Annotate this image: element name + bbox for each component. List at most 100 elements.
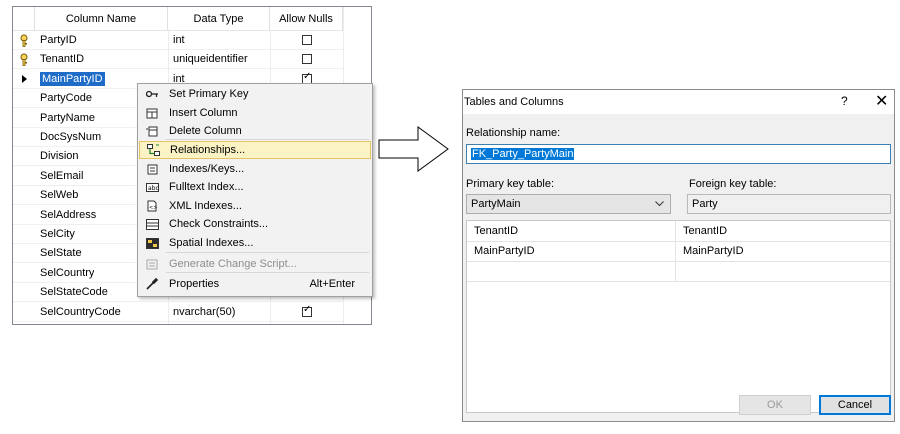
allow-nulls-header[interactable]: Allow Nulls bbox=[270, 7, 343, 31]
table-row[interactable]: PartyID int bbox=[13, 31, 343, 50]
mapping-row[interactable]: TenantID TenantID bbox=[467, 221, 890, 242]
column-name-text: SelStateCode bbox=[40, 286, 108, 299]
primary-key-table-label: Primary key table: bbox=[466, 178, 555, 190]
menu-item-properties[interactable]: Properties Alt+Enter bbox=[139, 275, 371, 293]
column-name-cell[interactable]: SelCountryCode bbox=[40, 303, 121, 322]
foreign-column-cell[interactable]: MainPartyID bbox=[683, 245, 744, 257]
column-name-cell[interactable]: SelAddress bbox=[40, 206, 96, 225]
key-icon bbox=[139, 85, 165, 103]
wrench-icon bbox=[139, 275, 165, 293]
indexes-icon bbox=[139, 160, 165, 178]
column-name-cell[interactable]: SelStateCode bbox=[40, 283, 108, 302]
row-selector[interactable] bbox=[13, 31, 35, 50]
allow-nulls-checkbox[interactable] bbox=[302, 304, 312, 317]
row-selector[interactable] bbox=[13, 167, 35, 186]
column-name-text: SelCountry bbox=[40, 266, 95, 279]
allow-nulls-checkbox[interactable] bbox=[302, 54, 312, 65]
menu-item-xml-indexes[interactable]: <> XML Indexes... bbox=[139, 197, 371, 215]
delete-column-icon bbox=[139, 122, 165, 140]
primary-key-table-select[interactable]: PartyMain bbox=[466, 194, 671, 214]
row-selector[interactable] bbox=[13, 186, 35, 205]
allow-nulls-checkbox[interactable] bbox=[302, 35, 312, 45]
menu-item-label: Spatial Indexes... bbox=[169, 237, 254, 249]
menu-item-label: Generate Change Script... bbox=[169, 258, 297, 270]
relationship-name-value: FK_Party_PartyMain bbox=[471, 148, 575, 160]
table-row[interactable]: TenantID uniqueidentifier bbox=[13, 50, 343, 70]
column-name-cell[interactable]: TenantID bbox=[40, 50, 84, 69]
column-name-header[interactable]: Column Name bbox=[35, 7, 168, 31]
column-name-cell[interactable]: SelState bbox=[40, 244, 82, 263]
menu-item-label: Insert Column bbox=[169, 107, 238, 119]
column-name-cell[interactable]: SelWeb bbox=[40, 186, 78, 205]
menu-item-fulltext-index[interactable]: abc Fulltext Index... bbox=[139, 178, 371, 196]
data-type-cell[interactable]: int bbox=[173, 31, 185, 50]
data-type-cell[interactable]: uniqueidentifier bbox=[173, 50, 248, 69]
table-row[interactable]: SelCountryCode nvarchar(50) bbox=[13, 303, 343, 322]
dialog-titlebar: Tables and Columns ? ✕ bbox=[463, 90, 894, 114]
menu-item-check-constraints[interactable]: Check Constraints... bbox=[139, 215, 371, 233]
right-arrow-icon bbox=[378, 126, 449, 172]
row-selector[interactable] bbox=[13, 206, 35, 225]
column-name-cell[interactable]: PartyName bbox=[40, 109, 95, 128]
row-selector[interactable] bbox=[13, 89, 35, 108]
column-name-cell[interactable]: PartyCode bbox=[40, 89, 92, 108]
menu-item-delete-column[interactable]: Delete Column bbox=[139, 122, 371, 140]
column-name-cell[interactable]: Division bbox=[40, 147, 79, 166]
menu-item-label: Properties bbox=[169, 278, 220, 290]
relationship-name-label: Relationship name: bbox=[466, 127, 561, 139]
column-name-cell[interactable]: SelEmail bbox=[40, 167, 83, 186]
column-name-text: SelAddress bbox=[40, 208, 97, 221]
help-button[interactable]: ? bbox=[841, 94, 848, 108]
row-selector[interactable] bbox=[13, 225, 35, 244]
column-name-cell[interactable]: SelCity bbox=[40, 225, 75, 244]
divider bbox=[675, 221, 676, 281]
menu-item-indexes-keys[interactable]: Indexes/Keys... bbox=[139, 160, 371, 178]
menu-item-set-primary-key[interactable]: Set Primary Key bbox=[139, 85, 371, 103]
row-selector[interactable] bbox=[13, 244, 35, 263]
check-constraints-icon bbox=[139, 215, 165, 233]
relationship-name-input[interactable]: FK_Party_PartyMain bbox=[466, 144, 891, 164]
column-name-text: SelEmail bbox=[40, 169, 84, 182]
row-selector[interactable] bbox=[13, 50, 35, 69]
column-name-text: MainPartyID bbox=[40, 71, 105, 86]
close-button[interactable]: ✕ bbox=[875, 91, 888, 110]
data-type-header[interactable]: Data Type bbox=[168, 7, 270, 31]
dialog-title: Tables and Columns bbox=[464, 96, 564, 108]
row-selector[interactable] bbox=[13, 264, 35, 283]
primary-key-table-value: PartyMain bbox=[471, 198, 521, 210]
ok-button[interactable]: OK bbox=[739, 395, 811, 415]
row-selector[interactable] bbox=[13, 109, 35, 128]
menu-item-insert-column[interactable]: Insert Column bbox=[139, 104, 371, 122]
column-name-text: TenantID bbox=[40, 53, 85, 66]
menu-item-spatial-indexes[interactable]: Spatial Indexes... bbox=[139, 234, 371, 252]
menu-item-generate-change-script: Generate Change Script... bbox=[139, 255, 371, 273]
column-name-cell[interactable]: DocSysNum bbox=[40, 128, 101, 147]
row-selector[interactable] bbox=[13, 147, 35, 166]
row-selector[interactable] bbox=[13, 283, 35, 302]
row-selector[interactable] bbox=[13, 70, 35, 89]
menu-item-label: XML Indexes... bbox=[169, 200, 242, 212]
data-type-cell[interactable]: nvarchar(50) bbox=[173, 303, 235, 322]
spatial-indexes-icon bbox=[139, 234, 165, 252]
foreign-key-table-field: Party bbox=[687, 194, 891, 214]
column-name-cell[interactable]: MainPartyID bbox=[40, 70, 105, 89]
menu-item-relationships[interactable]: Relationships... bbox=[139, 141, 371, 159]
primary-column-cell[interactable]: MainPartyID bbox=[474, 245, 535, 257]
cancel-button[interactable]: Cancel bbox=[819, 395, 891, 415]
menu-item-label: Set Primary Key bbox=[169, 88, 249, 100]
row-selector[interactable] bbox=[13, 303, 35, 322]
chevron-down-icon bbox=[655, 201, 664, 207]
row-selector[interactable] bbox=[13, 128, 35, 147]
mapping-row[interactable]: MainPartyID MainPartyID bbox=[467, 241, 890, 262]
relationships-icon bbox=[140, 141, 166, 159]
column-name-text: SelCity bbox=[40, 228, 75, 240]
current-row-arrow-icon bbox=[21, 75, 27, 84]
column-name-cell[interactable]: SelCountry bbox=[40, 264, 94, 283]
column-name-text: PartyName bbox=[40, 111, 96, 124]
menu-separator bbox=[166, 272, 369, 273]
column-name-cell[interactable]: PartyID bbox=[40, 31, 77, 50]
mapping-row[interactable] bbox=[467, 261, 890, 282]
foreign-column-cell[interactable]: TenantID bbox=[683, 225, 727, 237]
primary-column-cell[interactable]: TenantID bbox=[474, 225, 518, 237]
column-name-text: Division bbox=[40, 150, 79, 163]
